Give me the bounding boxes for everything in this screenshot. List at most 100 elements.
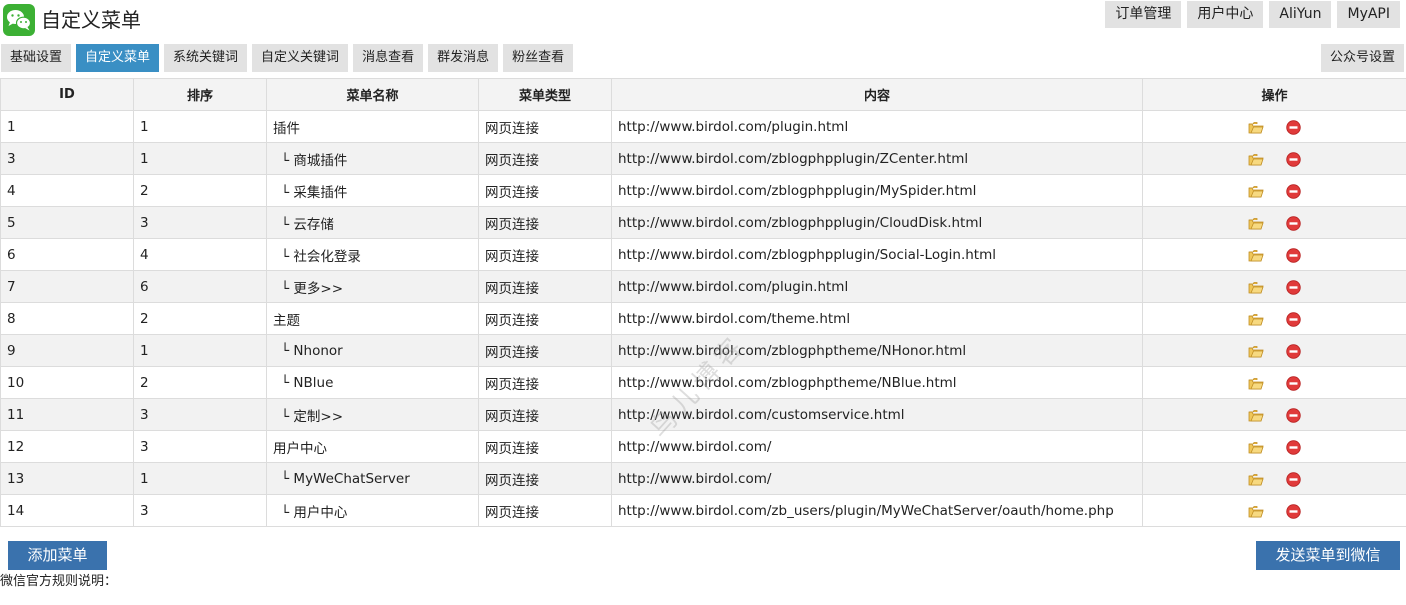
cell-id: 9 — [0, 334, 134, 367]
cell-order: 3 — [133, 494, 267, 527]
wechat-logo-icon — [3, 4, 35, 36]
delete-circle-icon[interactable] — [1286, 408, 1301, 423]
folder-edit-icon[interactable] — [1248, 505, 1264, 519]
cell-id: 12 — [0, 430, 134, 463]
tab-messages[interactable]: 消息查看 — [353, 44, 424, 72]
folder-edit-icon[interactable] — [1248, 473, 1264, 487]
cell-order: 2 — [133, 302, 267, 335]
tab-account-settings[interactable]: 公众号设置 — [1320, 44, 1404, 72]
table-row: 3 1 └ 商城插件 网页连接 http://www.birdol.com/zblogp… — [0, 142, 1406, 175]
delete-circle-icon[interactable] — [1286, 504, 1301, 519]
cell-menu-type: 网页连接 — [478, 174, 612, 207]
folder-edit-icon[interactable] — [1248, 121, 1264, 135]
delete-circle-icon[interactable] — [1286, 472, 1301, 487]
cell-order: 3 — [133, 206, 267, 239]
cell-id: 7 — [0, 270, 134, 303]
cell-menu-name: └ 定制>> — [266, 398, 479, 431]
top-link-orders[interactable]: 订单管理 — [1105, 1, 1182, 28]
cell-actions — [1142, 462, 1406, 495]
delete-circle-icon[interactable] — [1286, 280, 1301, 295]
cell-content: http://www.birdol.com/plugin.html — [611, 110, 1143, 143]
column-header-id: ID — [0, 78, 134, 111]
table-row: 9 1 └ Nhonor 网页连接 http://www.birdol.com/zblo… — [0, 334, 1406, 367]
tab-custom-keywords[interactable]: 自定义关键词 — [252, 44, 349, 72]
column-header-order: 排序 — [133, 78, 267, 111]
cell-menu-type: 网页连接 — [478, 302, 612, 335]
table-row: 7 6 └ 更多>> 网页连接 http://www.birdol.com/plugin… — [0, 270, 1406, 303]
cell-actions — [1142, 238, 1406, 271]
delete-circle-icon[interactable] — [1286, 120, 1301, 135]
cell-menu-name: └ 用户中心 — [266, 494, 479, 527]
tab-mass-message[interactable]: 群发消息 — [428, 44, 499, 72]
cell-menu-type: 网页连接 — [478, 238, 612, 271]
cell-menu-name: └ Nhonor — [266, 334, 479, 367]
top-links: 订单管理 用户中心 AliYun MyAPI — [1105, 1, 1400, 28]
delete-circle-icon[interactable] — [1286, 152, 1301, 167]
cell-content: http://www.birdol.com/plugin.html — [611, 270, 1143, 303]
cell-order: 4 — [133, 238, 267, 271]
cell-menu-type: 网页连接 — [478, 142, 612, 175]
cell-menu-type: 网页连接 — [478, 334, 612, 367]
delete-circle-icon[interactable] — [1286, 248, 1301, 263]
cell-order: 6 — [133, 270, 267, 303]
folder-edit-icon[interactable] — [1248, 217, 1264, 231]
cell-id: 10 — [0, 366, 134, 399]
cell-actions — [1142, 398, 1406, 431]
delete-circle-icon[interactable] — [1286, 216, 1301, 231]
cell-actions — [1142, 430, 1406, 463]
cell-actions — [1142, 366, 1406, 399]
table-row: 13 1 └ MyWeChatServer 网页连接 http://www.birdol… — [0, 462, 1406, 495]
folder-edit-icon[interactable] — [1248, 153, 1264, 167]
tab-fans[interactable]: 粉丝查看 — [503, 44, 574, 72]
folder-edit-icon[interactable] — [1248, 185, 1264, 199]
cell-content: http://www.birdol.com/ — [611, 462, 1143, 495]
folder-edit-icon[interactable] — [1248, 281, 1264, 295]
cell-order: 1 — [133, 462, 267, 495]
folder-edit-icon[interactable] — [1248, 345, 1264, 359]
top-link-user-center[interactable]: 用户中心 — [1187, 1, 1264, 28]
folder-edit-icon[interactable] — [1248, 313, 1264, 327]
folder-edit-icon[interactable] — [1248, 249, 1264, 263]
cell-order: 1 — [133, 334, 267, 367]
cell-actions — [1142, 206, 1406, 239]
cell-menu-name: └ 更多>> — [266, 270, 479, 303]
table-row: 5 3 └ 云存储 网页连接 http://www.birdol.com/zblogph… — [0, 206, 1406, 239]
cell-actions — [1142, 302, 1406, 335]
cell-actions — [1142, 174, 1406, 207]
cell-actions — [1142, 142, 1406, 175]
add-menu-button[interactable]: 添加菜单 — [8, 541, 107, 570]
cell-content: http://www.birdol.com/theme.html — [611, 302, 1143, 335]
table-row: 6 4 └ 社会化登录 网页连接 http://www.birdol.com/zblog… — [0, 238, 1406, 271]
top-link-aliyun[interactable]: AliYun — [1269, 1, 1332, 28]
menu-table-wrapper: ID 排序 菜单名称 菜单类型 内容 操作 1 1 插件 网页连接 http://www… — [0, 78, 1406, 527]
cell-id: 1 — [0, 110, 134, 143]
send-menu-to-wechat-button[interactable]: 发送菜单到微信 — [1256, 541, 1400, 570]
cell-menu-name: └ 云存储 — [266, 206, 479, 239]
delete-circle-icon[interactable] — [1286, 184, 1301, 199]
tab-basic-settings[interactable]: 基础设置 — [1, 44, 72, 72]
folder-edit-icon[interactable] — [1248, 441, 1264, 455]
delete-circle-icon[interactable] — [1286, 440, 1301, 455]
cell-order: 3 — [133, 430, 267, 463]
delete-circle-icon[interactable] — [1286, 344, 1301, 359]
cell-order: 2 — [133, 366, 267, 399]
tab-system-keywords[interactable]: 系统关键词 — [164, 44, 248, 72]
cell-id: 8 — [0, 302, 134, 335]
delete-circle-icon[interactable] — [1286, 312, 1301, 327]
cell-menu-name: 插件 — [266, 110, 479, 143]
cell-menu-type: 网页连接 — [478, 110, 612, 143]
tab-custom-menu[interactable]: 自定义菜单 — [76, 44, 160, 72]
cell-actions — [1142, 334, 1406, 367]
cell-menu-type: 网页连接 — [478, 366, 612, 399]
column-header-actions: 操作 — [1142, 78, 1406, 111]
cell-id: 4 — [0, 174, 134, 207]
cell-menu-type: 网页连接 — [478, 494, 612, 527]
table-body: 1 1 插件 网页连接 http://www.birdol.com/plugin.htm… — [0, 110, 1406, 527]
delete-circle-icon[interactable] — [1286, 376, 1301, 391]
folder-edit-icon[interactable] — [1248, 377, 1264, 391]
folder-edit-icon[interactable] — [1248, 409, 1264, 423]
cell-menu-name: 主题 — [266, 302, 479, 335]
top-link-myapi[interactable]: MyAPI — [1337, 1, 1400, 28]
cell-order: 3 — [133, 398, 267, 431]
cell-menu-name: └ 商城插件 — [266, 142, 479, 175]
